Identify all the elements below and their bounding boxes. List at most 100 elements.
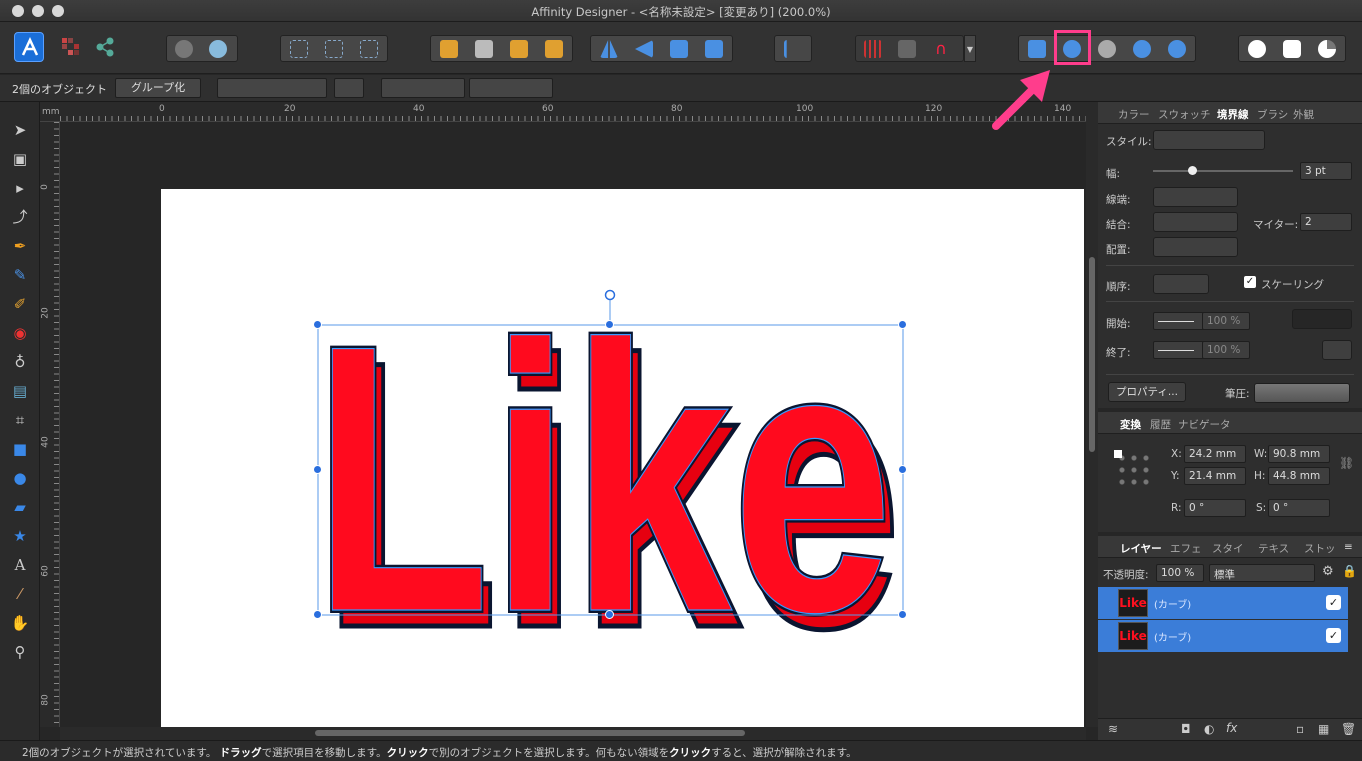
horizontal-scrollbar[interactable]	[60, 727, 1086, 740]
lock-icon[interactable]: 🔒	[1342, 564, 1357, 578]
resize-handle-r[interactable]	[898, 465, 907, 474]
stroke-panel: カラー スウォッチ 境界線 ブラシ 外観 スタイル: 幅: 3 pt 線端: 結…	[1098, 102, 1362, 408]
blend-mode-select[interactable]: 標準	[1209, 564, 1315, 582]
order-label: 順序:	[1106, 281, 1131, 293]
x-label: X:	[1171, 448, 1182, 460]
fx-icon[interactable]: fx	[1226, 721, 1237, 735]
svg-text:Like: Like	[313, 266, 893, 691]
status-text: すると、選択が解除されます。	[711, 747, 857, 759]
divider	[1106, 301, 1354, 302]
tab-history[interactable]: 履歴	[1150, 417, 1171, 432]
status-text-bold: ドラッグ	[219, 747, 262, 759]
layer-name: (カーブ)	[1154, 633, 1192, 644]
order-buttons[interactable]	[1153, 274, 1209, 294]
tab-appearance[interactable]: 外観	[1293, 107, 1314, 122]
vertical-scrollbar[interactable]	[1086, 102, 1098, 727]
tab-color[interactable]: カラー	[1118, 107, 1150, 122]
start-label: 開始:	[1106, 318, 1131, 330]
y-label: Y:	[1171, 470, 1180, 482]
layer-visibility-checkbox[interactable]: ✓	[1326, 628, 1341, 643]
mask-icon[interactable]: ◘	[1181, 722, 1191, 736]
tab-stock[interactable]: ストッ	[1304, 541, 1336, 556]
start-scale-field[interactable]: 100 %	[1202, 312, 1250, 330]
tab-navigator[interactable]: ナビゲータ	[1178, 417, 1231, 432]
shear-field[interactable]: 0 °	[1268, 499, 1330, 517]
layer-thumbnail: Like	[1118, 622, 1148, 650]
status-text-bold: クリック	[669, 747, 712, 759]
pressure-label: 筆圧:	[1225, 388, 1250, 400]
end-scale-field[interactable]: 100 %	[1202, 341, 1250, 359]
x-field[interactable]: 24.2 mm	[1184, 445, 1246, 463]
layers-panel-tabs: レイヤー エフェ スタイ テキス ストッ ≡	[1098, 536, 1362, 558]
layers-footer: ≋ ◘ ◐ fx ▫ ▦ 🗑	[1098, 718, 1362, 740]
align-label: 配置:	[1106, 244, 1131, 256]
status-text: で別のオブジェクトを選択します。何もない領域を	[428, 747, 670, 759]
start-arrowhead-select[interactable]	[1153, 312, 1207, 330]
tab-styles[interactable]: スタイ	[1212, 541, 1244, 556]
layer-row[interactable]: Like (カーブ) ✓	[1098, 620, 1348, 652]
layer-thumbnail: Like	[1118, 589, 1148, 617]
anchor-point-grid[interactable]	[1114, 450, 1154, 490]
opacity-label: 不透明度:	[1103, 569, 1149, 581]
miter-field[interactable]: 2	[1300, 213, 1352, 231]
tab-swatches[interactable]: スウォッチ	[1158, 107, 1211, 122]
resize-handle-tr[interactable]	[898, 320, 907, 329]
end-arrowhead-select[interactable]	[1153, 341, 1207, 359]
width-slider[interactable]	[1153, 166, 1293, 175]
properties-button[interactable]: プロパティ...	[1108, 382, 1186, 402]
tab-layers[interactable]: レイヤー	[1120, 541, 1162, 556]
divider	[1106, 374, 1354, 375]
h-field[interactable]: 44.8 mm	[1268, 467, 1330, 485]
adjustment-icon[interactable]: ◐	[1204, 722, 1214, 736]
s-label: S:	[1256, 502, 1267, 514]
status-text: 2個のオブジェクトが選択されています。	[22, 747, 217, 759]
layers-stack-icon[interactable]: ≋	[1108, 722, 1118, 736]
gear-icon[interactable]: ⚙	[1322, 564, 1334, 579]
resize-handle-b[interactable]	[605, 610, 614, 619]
tab-effects[interactable]: エフェ	[1170, 541, 1202, 556]
arrowhead-position-buttons[interactable]	[1292, 309, 1352, 329]
stroke-style-buttons[interactable]	[1153, 130, 1265, 150]
tab-transform[interactable]: 変換	[1120, 417, 1141, 432]
divider	[1106, 265, 1354, 266]
resize-handle-bl[interactable]	[313, 610, 322, 619]
join-label: 結合:	[1106, 219, 1131, 231]
panel-menu-icon[interactable]: ≡	[1344, 541, 1353, 553]
width-field[interactable]: 3 pt	[1300, 162, 1352, 180]
tab-text-styles[interactable]: テキス	[1258, 541, 1289, 556]
add-layer-icon[interactable]: ▫	[1296, 722, 1304, 736]
scaling-checkbox[interactable]: ✓	[1244, 276, 1256, 288]
y-field[interactable]: 21.4 mm	[1184, 467, 1246, 485]
w-field[interactable]: 90.8 mm	[1268, 445, 1330, 463]
join-buttons[interactable]	[1153, 212, 1238, 232]
miter-label: マイター:	[1253, 219, 1299, 231]
style-label: スタイル:	[1106, 136, 1152, 148]
like-text-outline: Like Like	[310, 263, 896, 694]
annotation-arrow-icon	[992, 70, 1050, 130]
add-pixel-layer-icon[interactable]: ▦	[1318, 722, 1329, 736]
tab-stroke[interactable]: 境界線	[1217, 107, 1249, 122]
resize-handle-br[interactable]	[898, 610, 907, 619]
resize-handle-tl[interactable]	[313, 320, 322, 329]
cap-label: 線端:	[1106, 194, 1131, 206]
tab-brushes[interactable]: ブラシ	[1257, 107, 1288, 122]
resize-handle-t[interactable]	[605, 320, 614, 329]
status-text-bold: クリック	[386, 747, 429, 759]
swap-arrowheads-button[interactable]	[1322, 340, 1352, 360]
pressure-graph[interactable]	[1254, 383, 1350, 403]
layer-visibility-checkbox[interactable]: ✓	[1326, 595, 1341, 610]
transform-panel: 変換 履歴 ナビゲータ X: 24.2 mm W: 90.8 mm Y: 21.…	[1098, 412, 1362, 532]
width-label: 幅:	[1106, 168, 1121, 180]
stroke-panel-tabs: カラー スウォッチ 境界線 ブラシ 外観	[1098, 102, 1362, 124]
rotation-field[interactable]: 0 °	[1184, 499, 1246, 517]
resize-handle-l[interactable]	[313, 465, 322, 474]
align-buttons[interactable]	[1153, 237, 1238, 257]
opacity-field[interactable]: 100 %	[1156, 564, 1204, 582]
layer-name: (カーブ)	[1154, 600, 1192, 611]
link-icon[interactable]: ⛓	[1339, 456, 1354, 470]
end-label: 終了:	[1106, 347, 1131, 359]
cap-buttons[interactable]	[1153, 187, 1238, 207]
status-bar: 2個のオブジェクトが選択されています。 ドラッグで選択項目を移動します。クリック…	[0, 740, 1362, 761]
layer-row[interactable]: Like (カーブ) ✓	[1098, 587, 1348, 619]
trash-icon[interactable]: 🗑	[1341, 722, 1356, 736]
